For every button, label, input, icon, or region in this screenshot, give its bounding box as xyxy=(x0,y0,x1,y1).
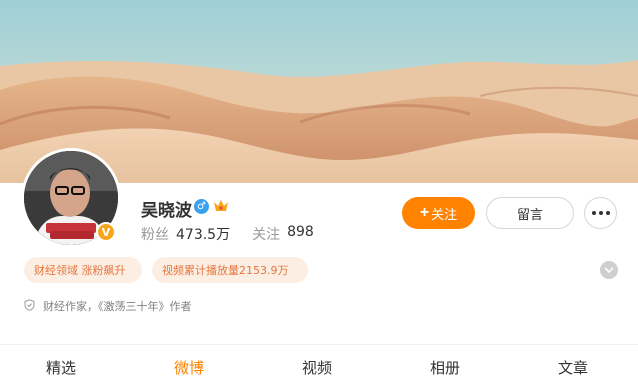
profile-tabs: 精选 微博 视频 相册 文章 xyxy=(0,345,638,383)
more-button[interactable] xyxy=(584,197,617,229)
tab-articles[interactable]: 文章 xyxy=(558,357,588,378)
profile-stats: 粉丝 473.5万 关注 898 xyxy=(141,224,336,244)
profile-name: 吴晓波 xyxy=(141,201,192,221)
fans-count[interactable]: 473.5万 xyxy=(176,224,230,244)
tag-label: 财经领域 涨粉飙升 xyxy=(34,264,126,277)
shield-icon xyxy=(24,298,35,314)
more-dots-icon xyxy=(591,211,596,215)
tag-finance-growth[interactable]: 财经领域 涨粉飙升 xyxy=(24,257,142,283)
following-label: 关注 xyxy=(252,227,281,243)
chevron-down-icon[interactable] xyxy=(600,261,618,279)
plus-icon: + xyxy=(419,204,430,221)
tab-album[interactable]: 相册 xyxy=(430,357,460,378)
following-count[interactable]: 898 xyxy=(287,224,314,244)
bio-line: 财经作家，《激荡三十年》作者 xyxy=(24,298,192,314)
fans-label: 粉丝 xyxy=(141,227,169,243)
tag-video-plays[interactable]: 视频累计播放量2153.9万 xyxy=(152,257,308,283)
crown-icon xyxy=(213,198,229,213)
tab-weibo[interactable]: 微博 xyxy=(174,357,204,378)
bio-text: 财经作家，《激荡三十年》作者 xyxy=(43,300,192,313)
male-gender-icon: ♂ xyxy=(194,199,209,214)
verified-v-icon: V xyxy=(96,222,116,242)
profile-page: V 吴晓波 ♂ 粉丝 473.5万 关注 898 + 关注 留言 财经领域 涨粉… xyxy=(0,0,638,383)
message-button[interactable]: 留言 xyxy=(486,197,574,229)
message-button-label: 留言 xyxy=(516,206,543,222)
follow-button[interactable]: + 关注 xyxy=(402,197,475,229)
tab-featured[interactable]: 精选 xyxy=(46,357,76,378)
tag-label: 视频累计播放量2153.9万 xyxy=(162,264,289,277)
follow-button-label: 关注 xyxy=(431,206,458,222)
tab-video[interactable]: 视频 xyxy=(302,357,332,378)
